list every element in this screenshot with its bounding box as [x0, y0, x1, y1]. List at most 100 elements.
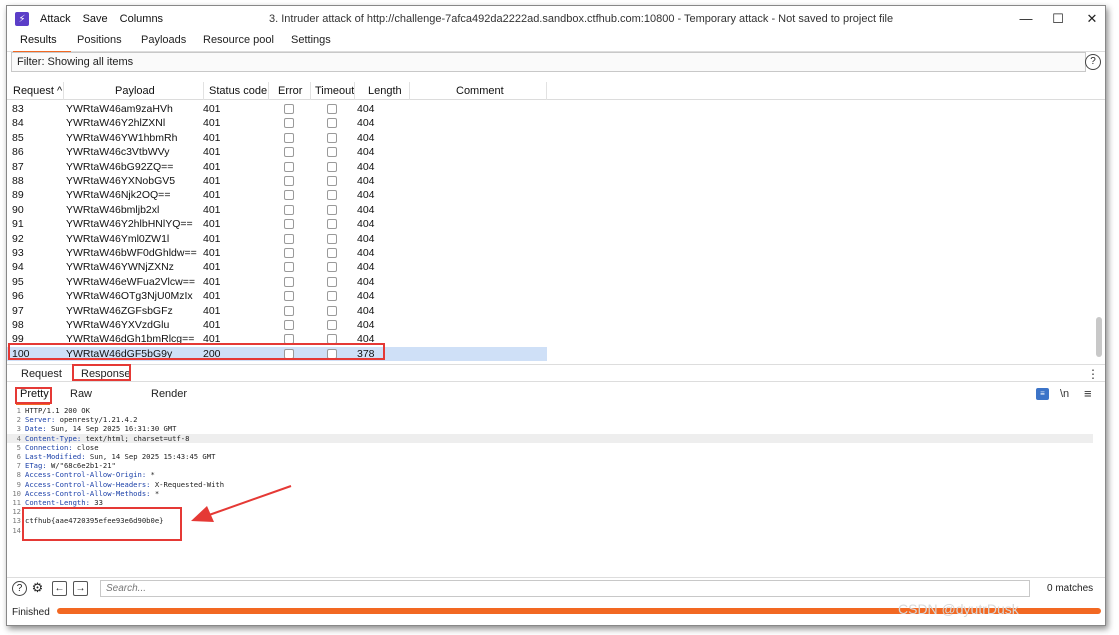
header-value: * — [150, 488, 160, 498]
error-checkbox[interactable] — [284, 219, 294, 230]
tab-raw[interactable]: Raw — [70, 388, 92, 400]
timeout-checkbox[interactable] — [327, 147, 337, 158]
cell-request: 97 — [12, 304, 24, 317]
header-name: Content-Type: — [25, 433, 82, 443]
timeout-checkbox[interactable] — [327, 320, 337, 330]
timeout-checkbox[interactable] — [327, 233, 337, 244]
tab-render[interactable]: Render — [151, 388, 187, 400]
menu-attack[interactable]: Attack — [40, 13, 71, 25]
table-scrollbar[interactable] — [1096, 102, 1104, 357]
col-error[interactable]: Error — [278, 85, 302, 97]
timeout-checkbox[interactable] — [327, 118, 337, 129]
tab-resource-pool[interactable]: Resource pool — [203, 34, 274, 46]
header-name: Access-Control-Allow-Methods: — [25, 488, 151, 498]
word-wrap-icon[interactable]: ≡ — [1036, 388, 1049, 400]
error-checkbox[interactable] — [284, 104, 294, 114]
tab-request[interactable]: Request — [21, 368, 62, 380]
timeout-checkbox[interactable] — [327, 176, 337, 186]
timeout-checkbox[interactable] — [327, 248, 337, 258]
next-arrow-icon[interactable]: → — [73, 581, 88, 596]
error-checkbox[interactable] — [284, 161, 294, 172]
table-row[interactable]: 97 YWRtaW46ZGFsbGFz 401 404 — [7, 304, 547, 318]
header-value: Sun, 14 Sep 2025 16:31:30 GMT — [46, 424, 177, 434]
error-checkbox[interactable] — [284, 118, 294, 129]
cell-payload: YWRtaW46eWFua2Vlcw== — [66, 275, 195, 288]
menu-columns[interactable]: Columns — [120, 13, 163, 25]
table-row[interactable]: 93 YWRtaW46bWF0dGhldw== 401 404 — [7, 246, 547, 260]
table-row[interactable]: 95 YWRtaW46eWFua2Vlcw== 401 404 — [7, 275, 547, 289]
timeout-checkbox[interactable] — [327, 190, 337, 201]
col-comment[interactable]: Comment — [456, 85, 504, 97]
timeout-checkbox[interactable] — [327, 132, 337, 143]
table-row[interactable]: 87 YWRtaW46bG92ZQ== 401 404 — [7, 160, 547, 174]
table-row[interactable]: 85 YWRtaW46YW1hbmRh 401 404 — [7, 131, 547, 145]
more-options-icon[interactable]: ⋮ — [1087, 367, 1099, 381]
previous-arrow-icon[interactable]: ← — [52, 581, 67, 596]
table-row[interactable]: 84 YWRtaW46Y2hlZXNl 401 404 — [7, 116, 547, 130]
timeout-checkbox[interactable] — [327, 219, 337, 230]
cell-length: 404 — [357, 117, 375, 130]
timeout-checkbox[interactable] — [327, 305, 337, 316]
tab-results[interactable]: Results — [20, 34, 57, 46]
error-checkbox[interactable] — [284, 204, 294, 215]
response-editor[interactable]: 1 HTTP/1.1 200 OK 2 Server: openresty/1.21.… — [7, 406, 1105, 576]
table-row[interactable]: 89 YWRtaW46Njk2OQ== 401 404 — [7, 188, 547, 202]
error-checkbox[interactable] — [284, 176, 294, 186]
timeout-checkbox[interactable] — [327, 291, 337, 302]
cell-status: 401 — [203, 160, 221, 173]
error-checkbox[interactable] — [284, 305, 294, 316]
help-icon[interactable]: ? — [12, 581, 27, 596]
menu-save[interactable]: Save — [83, 13, 108, 25]
response-line: 4 Content-Type: text/html; charset=utf-8 — [7, 433, 1093, 443]
gear-icon[interactable]: ⚙ — [30, 581, 45, 596]
error-checkbox[interactable] — [284, 262, 294, 273]
table-row[interactable]: 94 YWRtaW46YWNjZXNz 401 404 — [7, 260, 547, 274]
tab-payloads[interactable]: Payloads — [141, 34, 186, 46]
table-row[interactable]: 90 YWRtaW46bmljb2xl 401 404 — [7, 203, 547, 217]
close-icon[interactable]: ✕ — [1082, 10, 1102, 28]
col-length[interactable]: Length — [368, 85, 402, 97]
timeout-checkbox[interactable] — [327, 262, 337, 273]
error-checkbox[interactable] — [284, 320, 294, 330]
table-row[interactable]: 91 YWRtaW46Y2hlbHNlYQ== 401 404 — [7, 217, 547, 231]
filter-bar[interactable]: Filter: Showing all items — [11, 52, 1086, 72]
col-timeout[interactable]: Timeout — [315, 85, 354, 97]
newline-toggle-icon[interactable]: \n — [1060, 388, 1069, 400]
table-row[interactable]: 83 YWRtaW46am9zaHVh 401 404 — [7, 102, 547, 116]
timeout-checkbox[interactable] — [327, 204, 337, 215]
tab-positions[interactable]: Positions — [77, 34, 122, 46]
cell-status: 401 — [203, 175, 221, 187]
table-row[interactable]: 98 YWRtaW46YXVzdGlu 401 404 — [7, 318, 547, 332]
header-value: text/html; charset=utf-8 — [81, 433, 190, 443]
error-checkbox[interactable] — [284, 190, 294, 201]
header-name: Date: — [25, 424, 47, 434]
search-input[interactable]: Search... — [100, 580, 1030, 597]
cell-request: 83 — [12, 103, 24, 115]
intruder-window: ⚡ Attack Save Columns 3. Intruder attack… — [6, 5, 1106, 626]
response-line: 11 Content-Length: 33 — [7, 498, 1093, 507]
scroll-thumb[interactable] — [1096, 317, 1102, 357]
help-icon[interactable]: ? — [1085, 54, 1101, 70]
error-checkbox[interactable] — [284, 132, 294, 143]
cell-status: 401 — [203, 319, 221, 331]
cell-length: 404 — [357, 175, 375, 187]
col-status-code[interactable]: Status code — [209, 85, 267, 97]
tab-settings[interactable]: Settings — [291, 34, 331, 46]
error-checkbox[interactable] — [284, 291, 294, 302]
table-row[interactable]: 92 YWRtaW46Yml0ZW1l 401 404 — [7, 232, 547, 246]
minimize-icon[interactable]: — — [1016, 10, 1036, 28]
col-request[interactable]: Request ^ — [13, 85, 62, 97]
error-checkbox[interactable] — [284, 147, 294, 158]
error-checkbox[interactable] — [284, 233, 294, 244]
timeout-checkbox[interactable] — [327, 276, 337, 287]
error-checkbox[interactable] — [284, 248, 294, 258]
col-payload[interactable]: Payload — [115, 85, 155, 97]
timeout-checkbox[interactable] — [327, 104, 337, 114]
error-checkbox[interactable] — [284, 276, 294, 287]
editor-menu-icon[interactable]: ≡ — [1084, 386, 1092, 401]
table-row[interactable]: 96 YWRtaW46OTg3NjU0MzIx 401 404 — [7, 289, 547, 303]
timeout-checkbox[interactable] — [327, 161, 337, 172]
table-row[interactable]: 88 YWRtaW46YXNobGV5 401 404 — [7, 174, 547, 188]
maximize-icon[interactable]: ☐ — [1048, 10, 1068, 28]
table-row[interactable]: 86 YWRtaW46c3VtbWVy 401 404 — [7, 145, 547, 159]
